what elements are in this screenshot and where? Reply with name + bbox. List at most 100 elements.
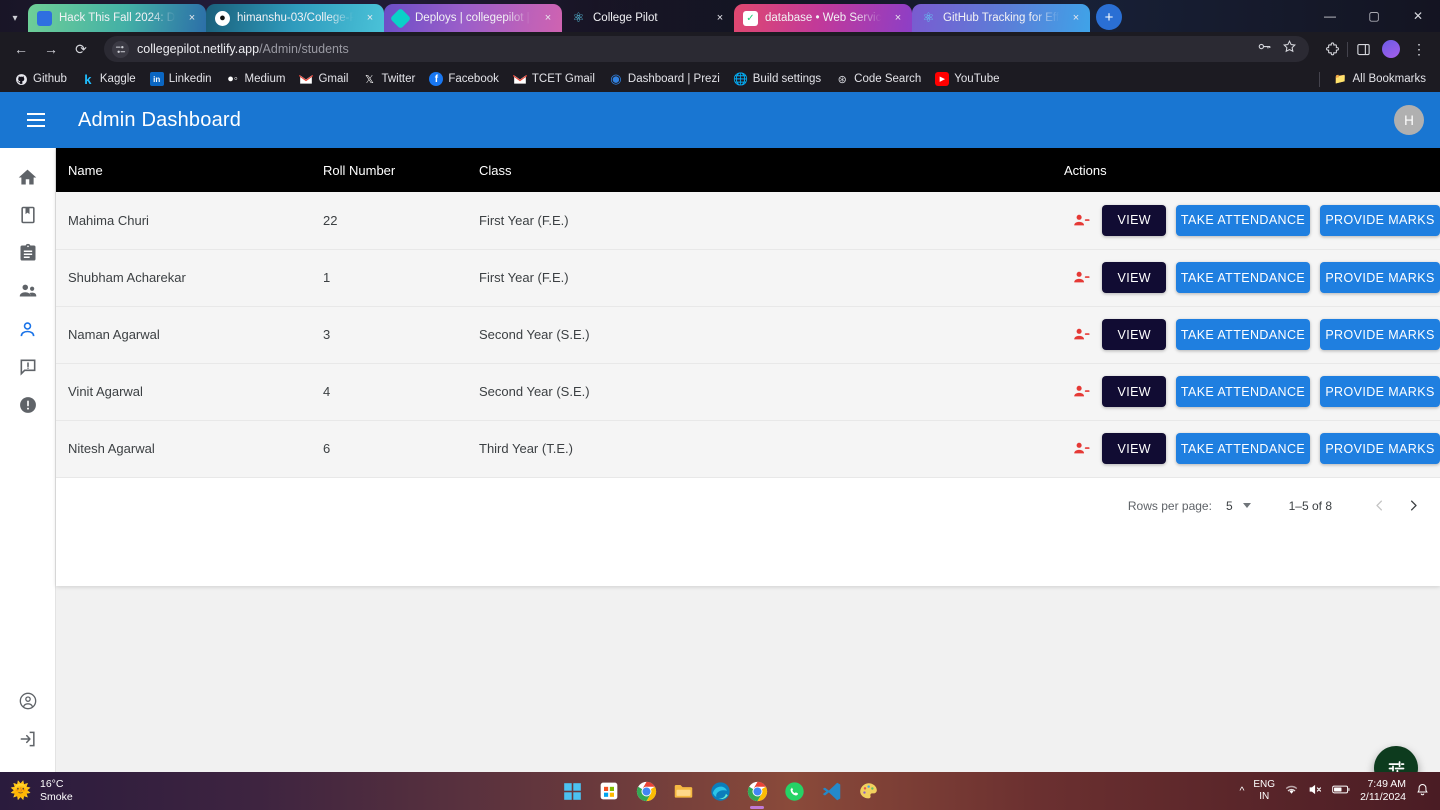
close-icon[interactable]: × (541, 12, 555, 24)
chrome-icon[interactable] (632, 777, 660, 805)
bookmark-medium[interactable]: ●◦ Medium (220, 70, 292, 88)
bookmark-github[interactable]: Github (8, 70, 73, 88)
browser-tab[interactable]: ● himanshu-03/College-Pilot × (206, 4, 384, 32)
filter-fab-button[interactable] (1374, 746, 1418, 772)
notification-bell-icon[interactable] (1415, 782, 1430, 800)
chrome-active-icon[interactable] (743, 777, 771, 805)
provide-marks-button[interactable]: PROVIDE MARKS (1320, 262, 1440, 293)
minimize-button[interactable]: — (1308, 0, 1352, 32)
person-remove-icon[interactable] (1070, 381, 1092, 403)
bookmark-kaggle[interactable]: k Kaggle (75, 70, 142, 88)
provide-marks-button[interactable]: PROVIDE MARKS (1320, 319, 1440, 350)
sidebar-item-report[interactable] (8, 386, 48, 424)
taskbar-weather-widget[interactable]: 🌞 16°C Smoke (0, 778, 150, 804)
reload-icon[interactable]: ⟳ (68, 36, 94, 62)
take-attendance-button[interactable]: TAKE ATTENDANCE (1176, 376, 1310, 407)
close-icon[interactable]: × (713, 12, 727, 24)
volume-muted-icon[interactable] (1308, 782, 1323, 800)
hamburger-menu-icon[interactable] (16, 100, 56, 140)
sidebar-item-account[interactable] (8, 682, 48, 720)
edge-icon[interactable] (706, 777, 734, 805)
sidebar-item-logout[interactable] (8, 720, 48, 758)
view-button[interactable]: VIEW (1102, 262, 1166, 293)
next-page-button[interactable] (1396, 489, 1430, 523)
maximize-button[interactable]: ▢ (1352, 0, 1396, 32)
close-icon[interactable]: × (185, 12, 199, 24)
table-row[interactable]: Vinit Agarwal 4 Second Year (S.E.) VIEW (56, 363, 1440, 421)
browser-tab[interactable]: ✓ database • Web Service • Render × (734, 4, 912, 32)
view-button[interactable]: VIEW (1102, 433, 1166, 464)
take-attendance-button[interactable]: TAKE ATTENDANCE (1176, 262, 1310, 293)
wifi-icon[interactable] (1284, 782, 1299, 800)
forward-icon[interactable]: → (38, 36, 64, 62)
bookmark-gmail[interactable]: Gmail (293, 70, 354, 88)
key-icon[interactable] (1257, 39, 1272, 59)
sidebar-item-faculty[interactable] (8, 272, 48, 310)
bookmark-twitter[interactable]: 𝕏 Twitter (356, 70, 421, 88)
vscode-icon[interactable] (817, 777, 845, 805)
person-remove-icon[interactable] (1070, 438, 1092, 460)
bookmark-code-search[interactable]: ⊛ Code Search (829, 70, 927, 88)
rows-per-page-select[interactable]: 5 (1226, 499, 1251, 513)
table-row[interactable]: Shubham Acharekar 1 First Year (F.E.) VI… (56, 249, 1440, 307)
sidebar-item-feedback[interactable] (8, 348, 48, 386)
folder-icon[interactable] (669, 777, 697, 805)
browser-tab-active[interactable]: ⚛ College Pilot × (562, 4, 734, 32)
view-button[interactable]: VIEW (1102, 319, 1166, 350)
store-icon[interactable] (595, 777, 623, 805)
sidebar-item-home[interactable] (8, 158, 48, 196)
take-attendance-button[interactable]: TAKE ATTENDANCE (1176, 319, 1310, 350)
column-header-class[interactable]: Class (467, 148, 1052, 192)
new-tab-button[interactable]: + (1096, 4, 1122, 30)
close-window-button[interactable]: ✕ (1396, 0, 1440, 32)
close-icon[interactable]: × (363, 12, 377, 24)
side-panel-icon[interactable] (1350, 36, 1376, 62)
close-icon[interactable]: × (891, 12, 905, 24)
close-icon[interactable]: × (1069, 12, 1083, 24)
bookmark-tcet-gmail[interactable]: TCET Gmail (507, 70, 601, 88)
bookmark-facebook[interactable]: f Facebook (423, 70, 505, 88)
bookmark-prezi[interactable]: ◉ Dashboard | Prezi (603, 70, 726, 88)
browser-tab[interactable]: Hack This Fall 2024: Dashboard | D × (28, 4, 206, 32)
provide-marks-button[interactable]: PROVIDE MARKS (1320, 204, 1440, 236)
paint-icon[interactable] (854, 777, 882, 805)
person-remove-icon[interactable] (1070, 209, 1092, 231)
view-button[interactable]: VIEW (1102, 376, 1166, 407)
table-row[interactable]: Nitesh Agarwal 6 Third Year (T.E.) VIEW (56, 420, 1440, 478)
column-header-roll[interactable]: Roll Number (311, 148, 467, 192)
sidebar-item-assignments[interactable] (8, 234, 48, 272)
person-remove-icon[interactable] (1070, 267, 1092, 289)
tab-search-icon[interactable]: ▾ (2, 4, 28, 32)
all-bookmarks-button[interactable]: 📁 All Bookmarks (1328, 70, 1433, 88)
back-icon[interactable]: ← (8, 36, 34, 62)
profile-avatar[interactable] (1378, 36, 1404, 62)
provide-marks-button[interactable]: PROVIDE MARKS (1320, 433, 1440, 464)
browser-tab[interactable]: ⚛ GitHub Tracking for Efficient Colla × (912, 4, 1090, 32)
person-remove-icon[interactable] (1070, 324, 1092, 346)
sidebar-item-students[interactable] (8, 310, 48, 348)
tune-icon[interactable] (112, 40, 129, 58)
column-header-actions[interactable]: Actions (1052, 148, 1440, 192)
whatsapp-icon[interactable] (780, 777, 808, 805)
provide-marks-button[interactable]: PROVIDE MARKS (1320, 376, 1440, 407)
column-header-name[interactable]: Name (56, 148, 311, 192)
language-indicator[interactable]: ENG IN (1253, 779, 1275, 803)
avatar[interactable]: H (1394, 105, 1424, 135)
bookmark-youtube[interactable]: ▶ YouTube (929, 70, 1005, 88)
take-attendance-button[interactable]: TAKE ATTENDANCE (1176, 204, 1310, 236)
sidebar-item-courses[interactable] (8, 196, 48, 234)
browser-tab[interactable]: Deploys | collegepilot | Netlify × (384, 4, 562, 32)
address-bar[interactable]: collegepilot.netlify.app/Admin/students (104, 36, 1309, 62)
clock[interactable]: 7:49 AM 2/11/2024 (1360, 778, 1406, 804)
take-attendance-button[interactable]: TAKE ATTENDANCE (1176, 433, 1310, 464)
battery-icon[interactable] (1332, 783, 1351, 799)
previous-page-button[interactable] (1362, 489, 1396, 523)
star-icon[interactable] (1282, 39, 1297, 59)
table-row[interactable]: Naman Agarwal 3 Second Year (S.E.) VIEW (56, 306, 1440, 364)
table-row[interactable]: Mahima Churi 22 First Year (F.E.) VIEW T… (56, 192, 1440, 250)
bookmark-linkedin[interactable]: in Linkedin (144, 70, 218, 88)
bookmark-build-settings[interactable]: 🌐 Build settings (728, 70, 827, 88)
windows-start-icon[interactable] (558, 777, 586, 805)
view-button[interactable]: VIEW (1102, 204, 1166, 236)
three-dot-menu-icon[interactable]: ⋮ (1406, 36, 1432, 62)
